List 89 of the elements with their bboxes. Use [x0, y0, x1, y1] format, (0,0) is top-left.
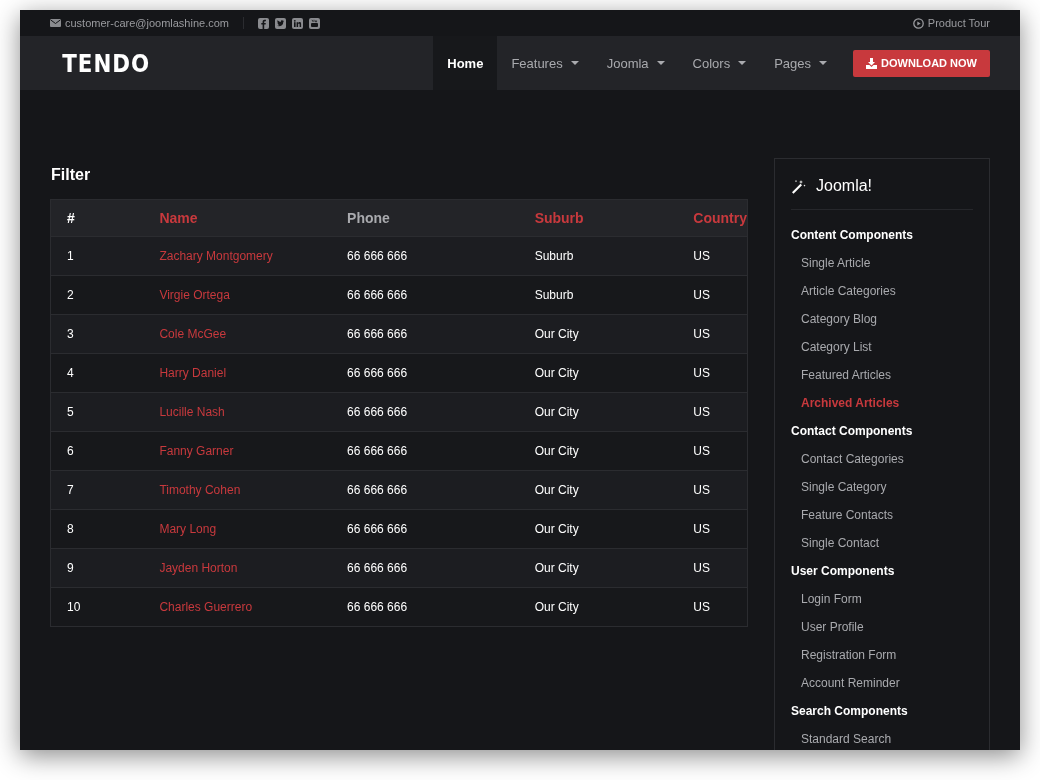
- table-cell: US: [693, 483, 710, 497]
- menu-item[interactable]: Registration Form: [791, 643, 897, 671]
- table-cell: 66 666 666: [347, 483, 408, 497]
- menu-item[interactable]: Contact Categories: [791, 447, 904, 475]
- row-number: 5: [67, 405, 74, 419]
- caret-icon: [738, 61, 747, 65]
- menu-item[interactable]: Single Contact: [791, 531, 880, 559]
- name-link[interactable]: Fanny Garner: [159, 444, 234, 458]
- facebook-icon[interactable]: [258, 17, 269, 29]
- name-link[interactable]: Harry Daniel: [159, 366, 227, 380]
- caret-icon: [570, 61, 579, 65]
- table-cell: US: [693, 444, 710, 458]
- row-number: 2: [67, 288, 74, 302]
- menu-item[interactable]: Category Blog: [791, 307, 878, 335]
- table-cell: Our City: [534, 405, 579, 419]
- nav-item[interactable]: Home: [433, 36, 498, 90]
- table-cell: 66 666 666: [347, 327, 408, 341]
- menu-item[interactable]: Category List: [791, 335, 872, 363]
- table-cell: Suburb: [534, 249, 574, 263]
- table-cell: Our City: [534, 522, 579, 536]
- row-number: 10: [67, 600, 81, 614]
- table-cell: 66 666 666: [347, 288, 408, 302]
- download-icon: [866, 57, 878, 69]
- play-icon: [912, 17, 924, 29]
- table-cell: US: [693, 249, 710, 263]
- menu-item[interactable]: Account Reminder: [791, 671, 900, 699]
- table-cell: US: [693, 327, 710, 341]
- menu-item[interactable]: Single Category: [791, 475, 887, 503]
- name-link[interactable]: Virgie Ortega: [159, 288, 230, 302]
- caret-icon: [819, 61, 828, 65]
- sidebar-title: Joomla!: [816, 177, 873, 195]
- twitter-icon[interactable]: [275, 17, 286, 29]
- email-link[interactable]: customer-care@joomlashine.com: [65, 17, 229, 29]
- table-cell: 66 666 666: [347, 444, 408, 458]
- section-title: Filter: [51, 166, 92, 184]
- row-number: 6: [67, 444, 74, 458]
- menu-item[interactable]: Single Article: [791, 251, 871, 279]
- row-number: 1: [67, 249, 74, 263]
- table-cell: Our City: [534, 327, 579, 341]
- table-cell: US: [693, 405, 710, 419]
- menu-item[interactable]: Article Categories: [791, 279, 896, 307]
- row-number: 9: [67, 561, 74, 575]
- menu-item[interactable]: Archived Articles: [791, 391, 900, 419]
- row-number: 7: [67, 483, 74, 497]
- table-cell: Our City: [534, 366, 579, 380]
- table-cell: US: [693, 522, 710, 536]
- menu-heading: Content Components: [791, 227, 914, 244]
- menu-item[interactable]: Standard Search: [791, 727, 892, 750]
- table-cell: 66 666 666: [347, 366, 408, 380]
- row-number: 4: [67, 366, 74, 380]
- table-cell: Our City: [534, 561, 579, 575]
- table-cell: Our City: [534, 600, 579, 614]
- magic-wand-icon: [791, 178, 806, 194]
- name-link[interactable]: Mary Long: [159, 522, 217, 536]
- nav-item[interactable]: Pages: [760, 36, 842, 90]
- table-cell: Our City: [534, 483, 579, 497]
- nav-item[interactable]: Colors: [678, 36, 761, 90]
- row-number: 8: [67, 522, 74, 536]
- menu-heading: Search Components: [791, 703, 909, 720]
- table-cell: 66 666 666: [347, 561, 408, 575]
- table-cell: US: [693, 366, 710, 380]
- table-cell: US: [693, 561, 710, 575]
- download-button[interactable]: DOWNLOAD NOW: [853, 49, 990, 77]
- linkedin-icon[interactable]: [292, 17, 303, 29]
- table-cell: 66 666 666: [347, 249, 408, 263]
- mail-icon: [50, 19, 61, 27]
- nav-item[interactable]: Joomla: [592, 36, 679, 90]
- table-cell: 66 666 666: [347, 522, 408, 536]
- menu-heading: User Components: [791, 563, 896, 580]
- table-cell: 66 666 666: [347, 600, 408, 614]
- column-header: #: [67, 210, 75, 226]
- table-cell: US: [693, 288, 710, 302]
- menu-item[interactable]: Login Form: [791, 587, 862, 615]
- column-header: Phone: [347, 210, 390, 226]
- table-cell: 66 666 666: [347, 405, 408, 419]
- row-number: 3: [67, 327, 74, 341]
- name-link[interactable]: Charles Guerrero: [159, 600, 253, 614]
- table-cell: US: [693, 600, 710, 614]
- nav-item[interactable]: Features: [497, 36, 593, 90]
- product-tour-link[interactable]: Product Tour: [927, 17, 990, 29]
- table-cell: Our City: [534, 444, 579, 458]
- caret-icon: [656, 61, 665, 65]
- menu-item[interactable]: Featured Articles: [791, 363, 892, 391]
- table-cell: Suburb: [534, 288, 574, 302]
- logo[interactable]: TENDO: [62, 48, 151, 78]
- menu-heading: Contact Components: [791, 423, 914, 440]
- youtube-icon[interactable]: [309, 17, 320, 29]
- menu-item[interactable]: Feature Contacts: [791, 503, 894, 531]
- menu-item[interactable]: User Profile: [791, 615, 864, 643]
